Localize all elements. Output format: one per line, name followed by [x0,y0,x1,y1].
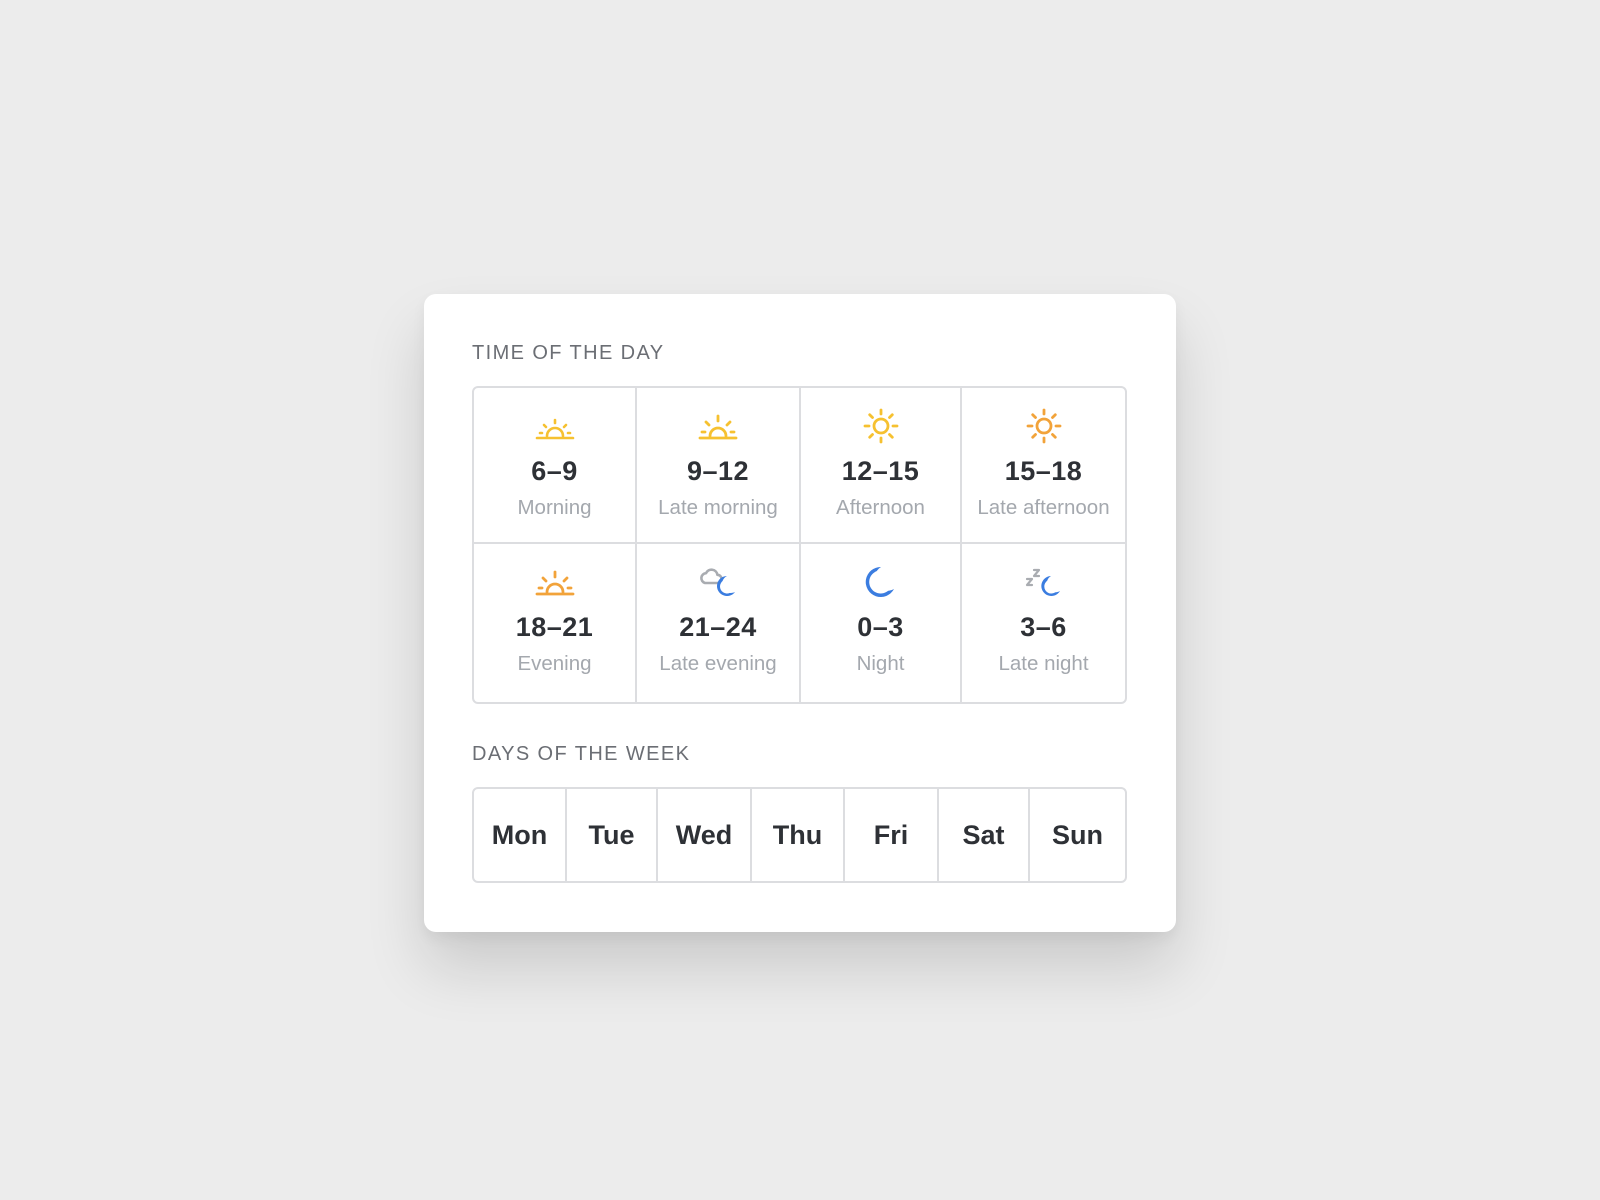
day-mon[interactable]: Mon [474,789,567,881]
sun-icon [857,402,905,450]
time-slot-morning[interactable]: 6–9 Morning [474,388,637,544]
time-of-day-grid: 6–9 Morning 9–12 Late morning 12–15 Afte… [472,386,1127,704]
day-fri[interactable]: Fri [845,789,939,881]
day-tue[interactable]: Tue [567,789,658,881]
sunset-icon [531,558,579,606]
sunrise-icon [694,402,742,450]
slot-label: Afternoon [836,496,925,519]
slot-label: Late morning [658,496,778,519]
time-slot-late-night[interactable]: 3–6 Late night [962,544,1125,702]
time-slot-afternoon[interactable]: 12–15 Afternoon [801,388,962,544]
time-slot-late-evening[interactable]: 21–24 Late evening [637,544,801,702]
slot-range: 9–12 [686,456,750,486]
slot-range: 0–3 [857,612,904,642]
time-of-day-heading: TIME OF THE DAY [472,342,665,364]
filter-card: TIME OF THE DAY 6–9 Morning 9–12 Late mo… [424,294,1176,932]
slot-range: 12–15 [841,456,920,486]
moon-icon [857,558,905,606]
slot-label: Evening [517,652,592,675]
slot-range: 21–24 [679,612,757,642]
sun-icon [1020,402,1068,450]
slot-range: 6–9 [531,456,578,486]
day-thu[interactable]: Thu [752,789,845,881]
slot-label: Late night [998,652,1089,675]
sleep-moon-icon [1020,558,1068,606]
time-slot-late-afternoon[interactable]: 15–18 Late afternoon [962,388,1125,544]
days-of-week-selector: Mon Tue Wed Thu Fri Sat Sun [472,787,1127,883]
time-slot-evening[interactable]: 18–21 Evening [474,544,637,702]
cloud-moon-icon [694,558,742,606]
day-sun[interactable]: Sun [1030,789,1125,881]
slot-label: Morning [517,496,592,519]
day-sat[interactable]: Sat [939,789,1030,881]
sunrise-icon [531,402,579,450]
time-slot-late-morning[interactable]: 9–12 Late morning [637,388,801,544]
slot-label: Night [856,652,905,675]
day-wed[interactable]: Wed [658,789,752,881]
slot-range: 15–18 [1004,456,1083,486]
time-slot-night[interactable]: 0–3 Night [801,544,962,702]
slot-label: Late afternoon [977,496,1110,519]
slot-range: 18–21 [515,612,594,642]
days-of-week-heading: DAYS OF THE WEEK [472,743,691,765]
slot-label: Late evening [659,652,777,675]
slot-range: 3–6 [1020,612,1067,642]
